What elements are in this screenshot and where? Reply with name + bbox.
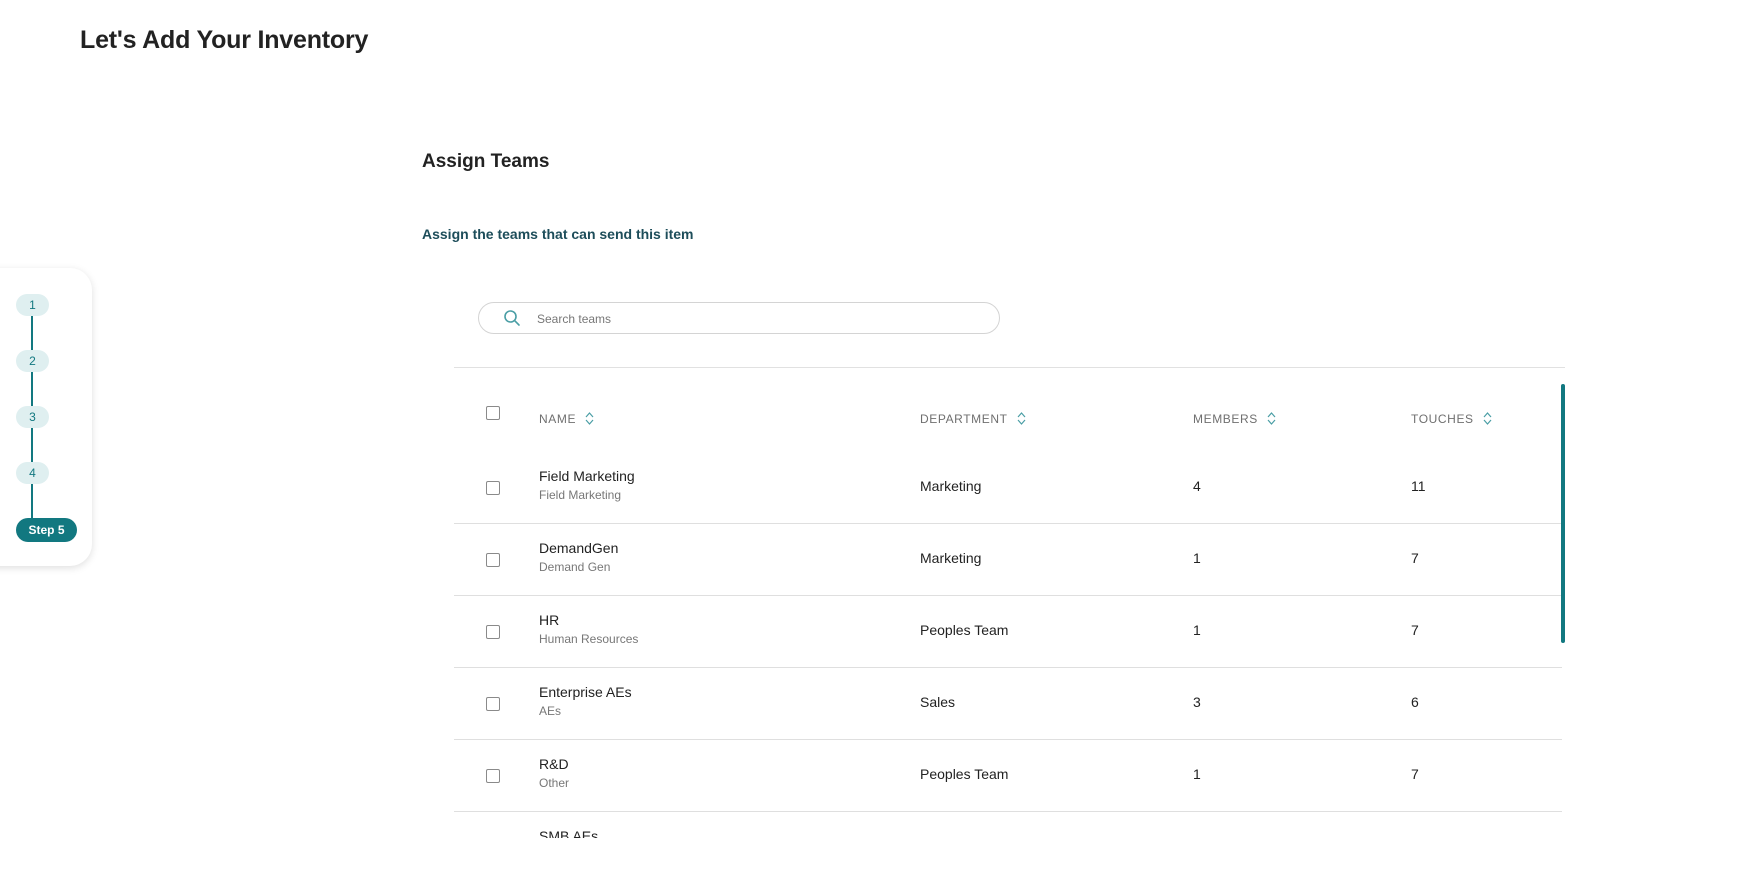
- team-subname: Field Marketing: [539, 488, 622, 502]
- table-top-divider: [454, 367, 1565, 368]
- search-icon: [504, 310, 520, 326]
- sort-icon: [1017, 412, 1026, 425]
- members-cell: 1: [1193, 550, 1201, 566]
- members-cell: 3: [1193, 694, 1201, 710]
- members-cell: 4: [1193, 478, 1201, 494]
- team-name-cell: DemandGen Demand Gen: [539, 538, 618, 576]
- row-checkbox[interactable]: [486, 625, 500, 639]
- section-subtitle: Assign the teams that can send this item: [422, 226, 694, 242]
- step-2[interactable]: 2: [16, 350, 49, 372]
- team-subname: Other: [539, 776, 570, 790]
- team-name: R&D: [539, 756, 569, 772]
- touches-cell: 7: [1411, 550, 1419, 566]
- column-header-members[interactable]: MEMBERS: [1193, 411, 1276, 426]
- table-scrollbar[interactable]: [1561, 384, 1565, 643]
- page-title: Let's Add Your Inventory: [80, 26, 369, 54]
- team-subname: Demand Gen: [539, 560, 611, 574]
- touches-cell: 7: [1411, 622, 1419, 638]
- table-header: NAME DEPARTMENT MEMBERS TOUCHES: [454, 384, 1562, 452]
- table-row[interactable]: Enterprise AEs AEs Sales 3 6: [454, 668, 1562, 740]
- members-cell: 1: [1193, 622, 1201, 638]
- column-header-touches[interactable]: TOUCHES: [1411, 411, 1492, 426]
- team-name: DemandGen: [539, 540, 619, 556]
- step-1[interactable]: 1: [16, 294, 49, 316]
- department-cell: Marketing: [920, 550, 982, 566]
- column-name-label: NAME: [539, 411, 577, 426]
- step-5-active[interactable]: Step 5: [16, 518, 77, 542]
- row-checkbox[interactable]: [486, 553, 500, 567]
- team-name-cell: HR Human Resources: [539, 610, 638, 648]
- table-row[interactable]: SMB AEs: [454, 812, 1562, 838]
- column-members-label: MEMBERS: [1193, 411, 1258, 426]
- column-header-name[interactable]: NAME: [539, 411, 594, 426]
- team-name-cell: Enterprise AEs AEs: [539, 682, 632, 720]
- search-box[interactable]: [478, 302, 1000, 335]
- step-3[interactable]: 3: [16, 406, 49, 428]
- column-header-department[interactable]: DEPARTMENT: [920, 411, 1026, 426]
- department-cell: Marketing: [920, 478, 982, 494]
- department-cell: Sales: [920, 694, 956, 710]
- column-department-label: DEPARTMENT: [920, 411, 1008, 426]
- select-all-checkbox[interactable]: [486, 406, 500, 420]
- step-4[interactable]: 4: [16, 462, 49, 484]
- column-touches-label: TOUCHES: [1411, 411, 1474, 426]
- row-checkbox[interactable]: [486, 481, 500, 495]
- table-row[interactable]: HR Human Resources Peoples Team 1 7: [454, 596, 1562, 668]
- touches-cell: 6: [1411, 694, 1419, 710]
- table-row[interactable]: Field Marketing Field Marketing Marketin…: [454, 452, 1562, 524]
- team-name-cell: SMB AEs: [539, 826, 598, 838]
- team-name: SMB AEs: [539, 828, 599, 838]
- search-input[interactable]: [535, 303, 979, 335]
- team-name-cell: Field Marketing Field Marketing: [539, 466, 635, 504]
- team-name: HR: [539, 612, 560, 628]
- table-row[interactable]: R&D Other Peoples Team 1 7: [454, 740, 1562, 812]
- teams-table: NAME DEPARTMENT MEMBERS TOUCHES Field Ma…: [454, 384, 1562, 838]
- touches-cell: 11: [1411, 478, 1426, 494]
- row-checkbox[interactable]: [486, 697, 500, 711]
- team-name: Enterprise AEs: [539, 684, 632, 700]
- team-name-cell: R&D Other: [539, 754, 569, 792]
- sort-icon: [1483, 412, 1492, 425]
- table-row[interactable]: DemandGen Demand Gen Marketing 1 7: [454, 524, 1562, 596]
- row-checkbox[interactable]: [486, 769, 500, 783]
- sort-icon: [585, 412, 594, 425]
- team-subname: AEs: [539, 704, 562, 718]
- sort-icon: [1267, 412, 1276, 425]
- department-cell: Peoples Team: [920, 622, 1009, 638]
- members-cell: 1: [1193, 766, 1201, 782]
- team-subname: Human Resources: [539, 632, 639, 646]
- section-title: Assign Teams: [422, 151, 550, 172]
- touches-cell: 7: [1411, 766, 1419, 782]
- department-cell: Peoples Team: [920, 766, 1009, 782]
- team-name: Field Marketing: [539, 468, 635, 484]
